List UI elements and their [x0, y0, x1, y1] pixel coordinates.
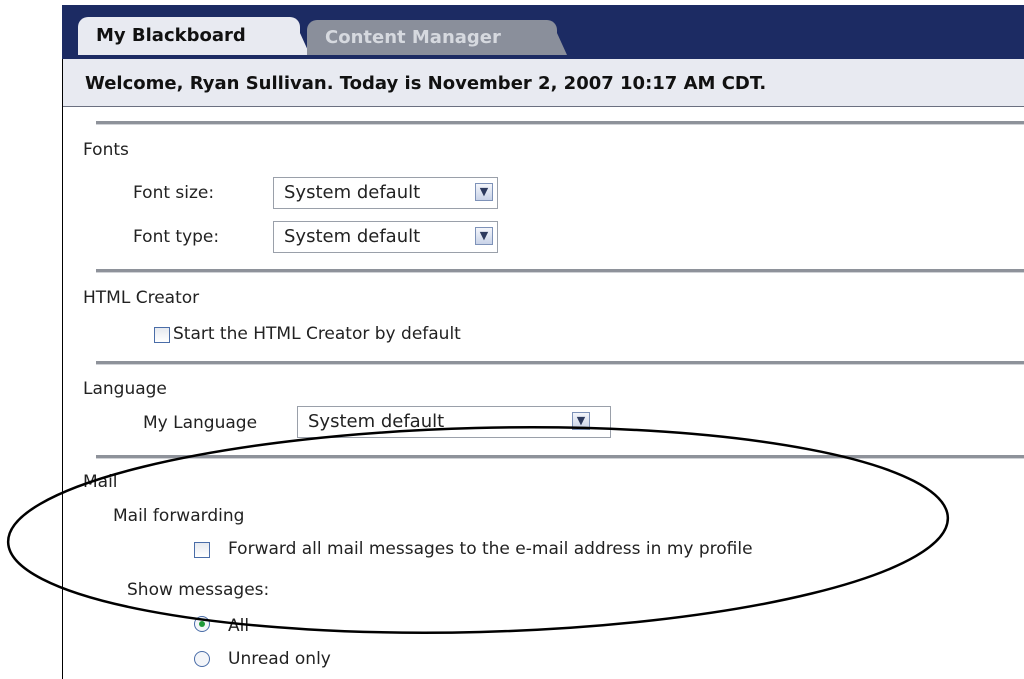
annotation-ellipse	[6, 426, 950, 634]
